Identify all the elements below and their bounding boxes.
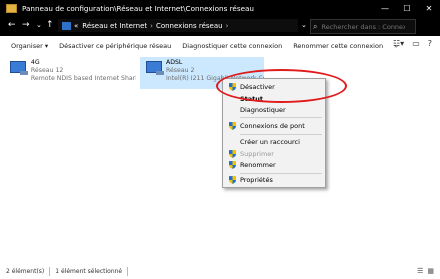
- admin-shield-icon: [229, 161, 236, 169]
- network-adapter-icon: [10, 61, 28, 77]
- connection-network: Réseau 12: [30, 67, 64, 74]
- menu-item-shortcut[interactable]: Créer un raccourci: [223, 137, 325, 147]
- status-bar: 2 élément(s) 1 élément sélectionné ☰ ▦: [0, 264, 440, 279]
- breadcrumb-separator[interactable]: ›: [150, 22, 153, 30]
- title-bar: Panneau de configuration\Réseau et Inter…: [0, 0, 440, 16]
- menu-separator: [240, 173, 322, 174]
- details-view-icon[interactable]: ☰: [417, 267, 423, 275]
- connection-name: ADSL: [165, 59, 183, 66]
- diagnose-button[interactable]: Diagnostiquer cette connexion: [182, 42, 282, 50]
- address-field[interactable]: « Réseau et Internet › Connexions réseau…: [58, 19, 298, 32]
- connection-name: 4G: [30, 59, 40, 66]
- admin-shield-icon: [229, 176, 236, 184]
- recent-locations-button[interactable]: ⌄: [36, 21, 42, 29]
- menu-item-label: Propriétés: [240, 176, 273, 184]
- menu-item-label: Connexions de pont: [240, 122, 305, 130]
- breadcrumb-network-connections[interactable]: Connexions réseau: [156, 22, 223, 30]
- view-options-icon[interactable]: ☷▾: [393, 39, 404, 48]
- status-separator: [127, 267, 129, 276]
- annotation-ellipse: [216, 69, 347, 103]
- organize-button[interactable]: Organiser ▾: [11, 42, 48, 50]
- rename-button[interactable]: Renommer cette connexion: [293, 42, 383, 50]
- help-icon[interactable]: ?: [428, 39, 432, 48]
- close-icon[interactable]: ✕: [418, 0, 440, 16]
- view-toggle: ☰ ▦: [417, 267, 434, 275]
- admin-shield-icon: [229, 150, 236, 158]
- menu-item-label: Renommer: [240, 161, 276, 169]
- maximize-icon[interactable]: ☐: [396, 0, 418, 16]
- window-controls: — ☐ ✕: [374, 0, 440, 16]
- search-input[interactable]: [317, 21, 408, 32]
- menu-item-label: Diagnostiquer: [240, 106, 286, 114]
- large-icons-view-icon[interactable]: ▦: [427, 267, 434, 275]
- back-button[interactable]: ←: [8, 20, 16, 30]
- folder-icon: [6, 3, 17, 13]
- up-button[interactable]: ↑: [46, 20, 54, 30]
- minimize-icon[interactable]: —: [374, 0, 396, 16]
- menu-separator: [240, 117, 322, 118]
- preview-pane-icon[interactable]: ▭: [412, 39, 420, 48]
- breadcrumb-network-internet[interactable]: Réseau et Internet: [82, 22, 147, 30]
- menu-item-properties[interactable]: Propriétés: [223, 175, 325, 185]
- breadcrumb-prefix[interactable]: «: [74, 22, 78, 30]
- disable-device-button[interactable]: Désactiver ce périphérique réseau: [59, 42, 171, 50]
- address-dropdown-button[interactable]: ⌄: [301, 21, 307, 29]
- command-bar: Organiser ▾ Désactiver ce périphérique r…: [0, 36, 440, 55]
- menu-item-delete: Supprimer: [223, 149, 325, 159]
- connection-item-4g[interactable]: 4G Réseau 12 Remote NDIS based Internet …: [4, 57, 136, 89]
- window-title: Panneau de configuration\Réseau et Inter…: [22, 3, 254, 13]
- network-adapter-icon: [146, 61, 164, 77]
- status-separator: [49, 267, 51, 276]
- menu-item-label: Créer un raccourci: [240, 138, 300, 146]
- menu-item-diagnose[interactable]: Diagnostiquer: [223, 105, 325, 115]
- selection-count: 1 élément sélectionné: [55, 268, 123, 275]
- item-count: 2 élément(s): [6, 268, 45, 275]
- admin-shield-icon: [229, 122, 236, 130]
- network-folder-icon: [62, 21, 71, 30]
- address-bar: ← → ⌄ ↑ « Réseau et Internet › Connexion…: [0, 16, 440, 36]
- menu-separator: [240, 134, 322, 135]
- connection-device: Remote NDIS based Internet Shari...: [30, 75, 136, 82]
- breadcrumb-separator[interactable]: ›: [226, 22, 229, 30]
- view-controls: ☷▾ ▭ ?: [393, 39, 432, 48]
- forward-button[interactable]: →: [22, 20, 30, 30]
- search-field[interactable]: ⌕: [310, 19, 416, 34]
- menu-item-bridge[interactable]: Connexions de pont: [223, 121, 325, 131]
- menu-item-rename[interactable]: Renommer: [223, 160, 325, 170]
- menu-item-label: Supprimer: [240, 150, 274, 158]
